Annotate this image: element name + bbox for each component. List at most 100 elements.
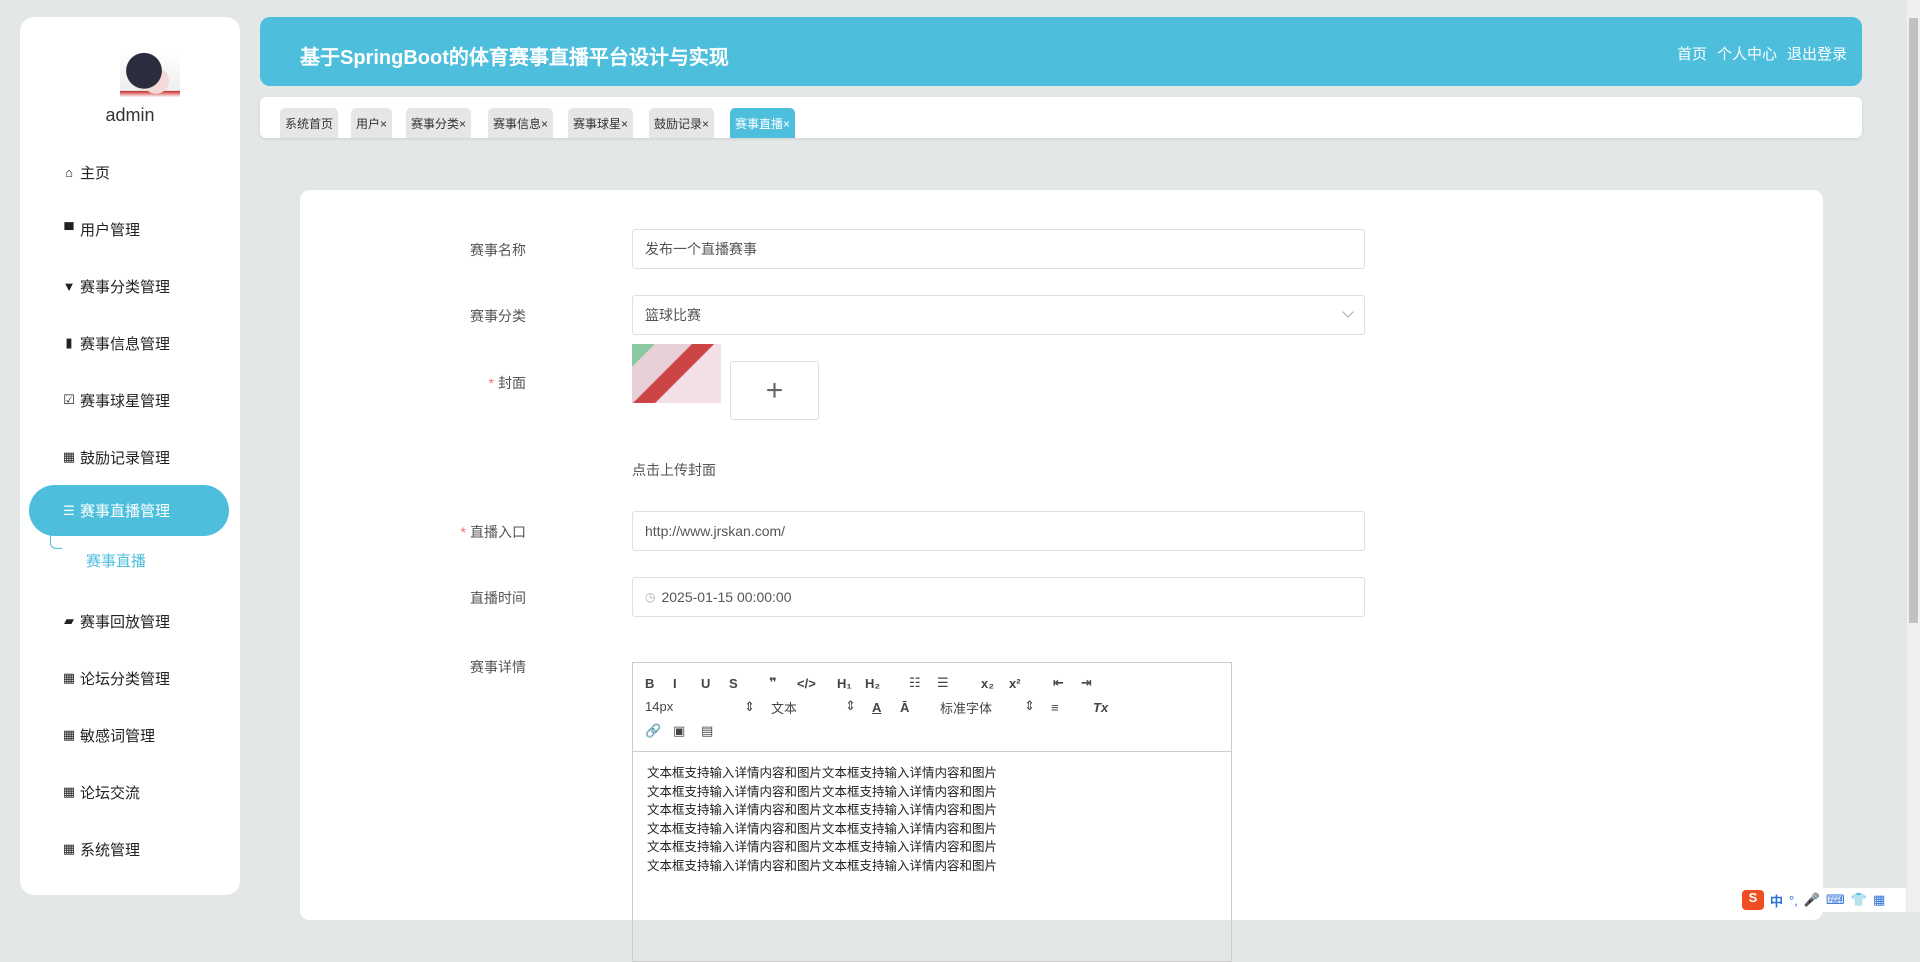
sidebar-item-encourage[interactable]: ▦ 鼓励记录管理 — [20, 437, 240, 477]
keyboard-icon[interactable]: ⌨ — [1826, 892, 1845, 908]
scrollbar-thumb[interactable] — [1909, 18, 1918, 623]
chevron-down-icon — [1342, 306, 1354, 318]
label-cover: * 封面 — [488, 375, 526, 391]
link-icon[interactable]: 🔗 — [645, 723, 673, 739]
sidebar-item-label: 赛事球星管理 — [80, 392, 171, 410]
code-icon[interactable]: </> — [797, 676, 825, 691]
label-entry: * 直播入口 — [460, 524, 526, 540]
video-icon[interactable]: ▤ — [701, 723, 729, 739]
sidebar-item-label: 用户管理 — [80, 221, 141, 239]
tab-info[interactable]: 赛事信息× — [488, 108, 554, 138]
sidebar-item-label: 系统管理 — [80, 841, 141, 859]
ime-punct[interactable]: °, — [1789, 893, 1798, 908]
sidebar-item-replay[interactable]: ▰ 赛事回放管理 — [20, 601, 240, 641]
tab-encourage[interactable]: 鼓励记录× — [649, 108, 715, 138]
upload-button[interactable]: + — [730, 361, 819, 420]
ordered-list-icon[interactable]: ☷ — [909, 675, 937, 691]
user-icon: ▀ — [64, 221, 74, 237]
ime-lang[interactable]: 中 — [1770, 891, 1783, 910]
sidebar-item-forum-category[interactable]: ▦ 论坛分类管理 — [20, 658, 240, 698]
h2-icon[interactable]: H₂ — [865, 676, 893, 691]
sidebar-item-home[interactable]: ⌂ 主页 — [20, 152, 240, 192]
editor-content[interactable]: 文本框支持输入详情内容和图片文本框支持输入详情内容和图片 文本框支持输入详情内容和… — [633, 752, 1231, 887]
sliders-icon: ☰ — [63, 502, 75, 518]
clock-icon: ◷ — [645, 590, 656, 604]
sidebar-item-label: 赛事分类管理 — [80, 278, 171, 296]
plus-icon: + — [765, 373, 784, 407]
content-line: 文本框支持输入详情内容和图片文本框支持输入详情内容和图片 — [647, 858, 998, 873]
label-category: 赛事分类 — [470, 308, 526, 324]
cover-image[interactable] — [632, 344, 721, 403]
strike-icon[interactable]: S — [729, 676, 757, 691]
bar-chart-icon: ▮ — [65, 335, 73, 350]
sidebar-item-category[interactable]: ▼ 赛事分类管理 — [20, 266, 240, 306]
sidebar-item-label: 赛事信息管理 — [80, 335, 171, 353]
bold-icon[interactable]: B — [645, 676, 673, 691]
skin-icon[interactable]: 👕 — [1851, 892, 1867, 908]
text-type-select[interactable]: 文本 ⇕ — [771, 698, 856, 717]
italic-icon[interactable]: I — [673, 676, 701, 691]
underline-icon[interactable]: U — [701, 676, 729, 691]
outdent-icon[interactable]: ⇤ — [1053, 675, 1081, 691]
header-link-profile[interactable]: 个人中心 — [1717, 43, 1777, 64]
submenu-line — [50, 525, 62, 549]
category-select[interactable]: 篮球比赛 — [632, 295, 1365, 335]
header-link-home[interactable]: 首页 — [1677, 43, 1707, 64]
content-line: 文本框支持输入详情内容和图片文本框支持输入详情内容和图片 — [647, 784, 998, 799]
sidebar-item-info[interactable]: ▮ 赛事信息管理 — [20, 323, 240, 363]
indent-icon[interactable]: ⇥ — [1081, 675, 1109, 691]
grid-icon: ▦ — [62, 841, 76, 856]
tabs-bar: 系统首页 用户× 赛事分类× 赛事信息× 赛事球星× 鼓励记录× 赛事直播× — [260, 97, 1862, 138]
category-value: 篮球比赛 — [645, 307, 701, 323]
h1-icon[interactable]: H₁ — [837, 676, 865, 691]
tab-home[interactable]: 系统首页 — [280, 108, 339, 138]
sidebar-item-label: 敏感词管理 — [80, 727, 156, 745]
sidebar-item-label: 鼓励记录管理 — [80, 449, 171, 467]
content-line: 文本框支持输入详情内容和图片文本框支持输入详情内容和图片 — [647, 821, 998, 836]
name-input[interactable]: 发布一个直播赛事 — [632, 229, 1365, 269]
menu-grid-icon[interactable]: ▦ — [1873, 892, 1885, 908]
header-link-logout[interactable]: 退出登录 — [1787, 43, 1847, 64]
sidebar-item-system[interactable]: ▦ 系统管理 — [20, 829, 240, 869]
editor-toolbar: B I U S ❞ </> H₁ H₂ ☷ ☰ x₂ x² ⇤ ⇥ 14px ⇕ 文本 ⇕ A Ā 标准字体 ⇕… — [633, 663, 1231, 752]
background-color-icon[interactable]: Ā — [900, 700, 940, 715]
rich-text-editor[interactable]: B I U S ❞ </> H₁ H₂ ☷ ☰ x₂ x² ⇤ ⇥ 14px ⇕ 文本 ⇕ A Ā 标准字体 ⇕… — [632, 662, 1232, 962]
clear-format-icon[interactable]: Tx — [1093, 700, 1121, 715]
superscript-icon[interactable]: x² — [1009, 676, 1037, 691]
grid-icon: ▦ — [62, 727, 76, 742]
sidebar-item-users[interactable]: ▀ 用户管理 — [20, 209, 240, 249]
tab-stars[interactable]: 赛事球星× — [568, 108, 634, 138]
font-family-select[interactable]: 标准字体 ⇕ — [940, 698, 1035, 717]
microphone-icon[interactable]: 🎤 — [1804, 892, 1820, 908]
home-icon: ⌂ — [65, 164, 73, 180]
image-icon[interactable]: ▣ — [673, 723, 701, 739]
tab-category[interactable]: 赛事分类× — [406, 108, 472, 138]
font-color-icon[interactable]: A — [872, 700, 900, 715]
sidebar-item-stars[interactable]: ☑ 赛事球星管理 — [20, 380, 240, 420]
app-title: 基于SpringBoot的体育赛事直播平台设计与实现 — [300, 47, 729, 69]
sidebar-item-forum[interactable]: ▦ 论坛交流 — [20, 772, 240, 812]
label-detail: 赛事详情 — [470, 659, 526, 675]
entry-input[interactable]: http://www.jrskan.com/ — [632, 511, 1365, 551]
sidebar-item-sensitive-words[interactable]: ▦ 敏感词管理 — [20, 715, 240, 755]
tab-users[interactable]: 用户× — [351, 108, 393, 138]
sidebar-item-label: 论坛交流 — [80, 784, 141, 802]
category-icon: ▼ — [62, 278, 76, 294]
align-icon[interactable]: ≡ — [1051, 700, 1093, 715]
font-size-select[interactable]: 14px ⇕ — [645, 699, 755, 715]
label-name: 赛事名称 — [470, 242, 526, 258]
sidebar: admin ⌂ 主页 ▀ 用户管理 ▼ 赛事分类管理 ▮ 赛事信息管理 ☑ 赛事球星管理 ▦ 鼓励记录… — [20, 17, 240, 895]
sogou-logo-icon[interactable]: S — [1742, 890, 1764, 910]
sidebar-item-label: 主页 — [80, 164, 111, 182]
scrollbar[interactable] — [1907, 0, 1920, 912]
sidebar-subitem-live[interactable]: 赛事直播 — [86, 550, 146, 571]
upload-hint: 点击上传封面 — [632, 462, 716, 478]
bullet-list-icon[interactable]: ☰ — [937, 675, 965, 691]
subscript-icon[interactable]: x₂ — [981, 676, 1009, 691]
label-time: 直播时间 — [470, 590, 526, 606]
time-picker[interactable]: ◷ 2025-01-15 00:00:00 — [632, 577, 1365, 617]
username: admin — [105, 105, 155, 125]
quote-icon[interactable]: ❞ — [769, 675, 797, 691]
tab-live[interactable]: 赛事直播× — [730, 108, 796, 138]
clipboard-check-icon: ☑ — [63, 392, 75, 407]
